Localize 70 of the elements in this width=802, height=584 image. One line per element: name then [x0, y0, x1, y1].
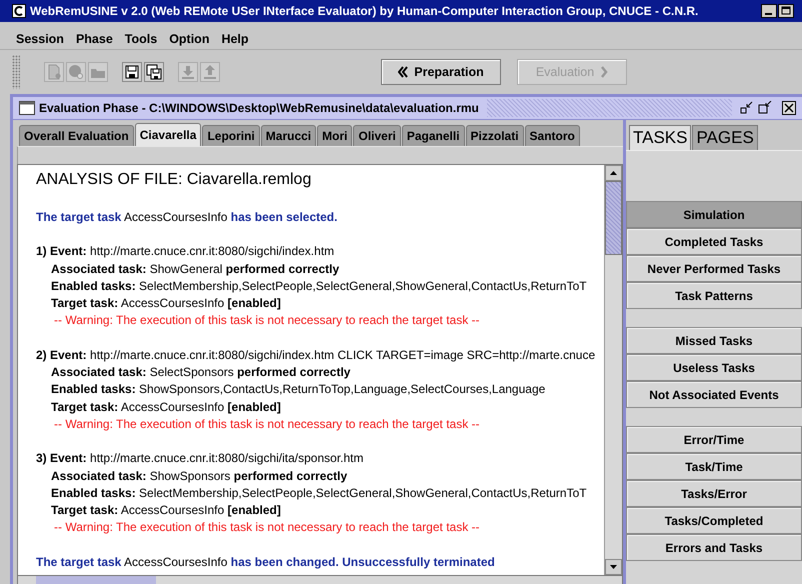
- panel-button[interactable]: Completed Tasks: [626, 228, 802, 255]
- detail-text: Target task: AccessCoursesInfo [enabled]: [50, 295, 282, 312]
- restore-icon[interactable]: [758, 101, 772, 115]
- event-text: 3) Event: http://marte.cnuce.cnr.it:8080/sigchi/ita/sponsor.htm: [36, 450, 364, 468]
- window-icon: [19, 101, 35, 115]
- tab[interactable]: Ciavarella: [134, 123, 202, 146]
- chevron-right-icon: [600, 66, 608, 78]
- tab[interactable]: Leporini: [202, 125, 260, 146]
- panel-button[interactable]: Tasks/Error: [626, 480, 802, 507]
- detail-text: Associated task: SelectSponsors performed correctly: [50, 364, 352, 382]
- detail-text: Associated task: ShowSponsors performed correctly: [50, 468, 348, 485]
- status-text: The target task AccessCoursesInfo has been changed. Unsuccessfully terminated: [36, 554, 496, 571]
- scrollbar[interactable]: [17, 575, 623, 584]
- double-chevron-left-icon: [398, 66, 408, 78]
- scroll-up-icon[interactable]: [605, 165, 622, 181]
- save-icon: [124, 64, 140, 80]
- save-button[interactable]: [122, 62, 142, 82]
- scroll-down-icon[interactable]: [605, 559, 622, 575]
- panel-button[interactable]: Task/Time: [626, 453, 802, 480]
- tab[interactable]: Paganelli: [402, 125, 465, 146]
- panel-button[interactable]: Simulation: [626, 201, 802, 228]
- close-icon[interactable]: [782, 101, 796, 115]
- down-icon: [180, 64, 196, 80]
- panel-button[interactable]: Not Associated Events: [626, 381, 802, 408]
- detail-text: Enabled tasks: SelectMembership,SelectPeople,SelectGeneral,ShowGeneral,ContactUs,ReturnToT: [50, 484, 588, 502]
- save-all-button[interactable]: [144, 62, 164, 82]
- menu-item[interactable]: Session: [10, 32, 70, 46]
- panel-button[interactable]: Tasks/Completed: [626, 507, 802, 534]
- panel-button[interactable]: Never Performed Tasks: [626, 255, 802, 282]
- event-text: 1) Event: http://marte.cnuce.cnr.it:8080/sigchi/index.htm: [36, 243, 336, 260]
- panel-button[interactable]: Task Patterns: [626, 282, 802, 309]
- window-title: WebRemUSINE v 2.0 (Web REMote USer INterface Evaluator) by Human-Computer Interaction Group, CNUCE - C.N.R.: [30, 4, 698, 18]
- detail-text: Target task: AccessCoursesInfo [enabled]: [50, 502, 282, 520]
- tab[interactable]: PAGES: [692, 125, 758, 150]
- tab[interactable]: Pizzolati: [466, 125, 524, 146]
- tab[interactable]: Marucci: [260, 125, 316, 146]
- menu-item[interactable]: Help: [215, 32, 255, 46]
- restore-icon[interactable]: [740, 101, 754, 115]
- warning-text: -- Warning: The execution of this task is not necessary to reach the target task --: [53, 312, 481, 330]
- detail-text: Target task: AccessCoursesInfo [enabled]: [50, 398, 282, 416]
- menu-item[interactable]: Tools: [118, 32, 164, 46]
- log-heading: ANALYSIS OF FILE: Ciavarella.remlog: [36, 171, 312, 189]
- scroll-thumb[interactable]: [605, 181, 622, 255]
- back-button[interactable]: Preparation: [381, 59, 501, 85]
- document-icon: [46, 64, 62, 80]
- panel-button[interactable]: Useless Tasks: [626, 354, 802, 381]
- minimize-icon[interactable]: [761, 4, 777, 18]
- app-icon: [12, 4, 26, 18]
- warning-text: -- Warning: The execution of this task is not necessary to reach the target task --: [53, 416, 481, 433]
- tab[interactable]: Santoro: [524, 125, 580, 146]
- event-text: 2) Event: http://marte.cnuce.cnr.it:8080/sigchi/index.htm CLICK TARGET=image SRC=http://marte.cnuce: [36, 346, 596, 364]
- detail-text: Enabled tasks: ShowSponsors,ContactUs,ReturnToTop,Language,SelectCourses,Language: [50, 381, 546, 398]
- tab[interactable]: Overall Evaluation: [19, 125, 134, 146]
- save-all-icon: [146, 64, 162, 80]
- detail-text: Associated task: ShowGeneral performed correctly: [50, 260, 340, 278]
- frame-title: Evaluation Phase - C:\WINDOWS\Desktop\WebRemusine\data\evaluation.rmu: [39, 101, 479, 115]
- menu-item[interactable]: Phase: [70, 32, 119, 46]
- detail-text: Enabled tasks: SelectMembership,SelectPeople,SelectGeneral,ShowGeneral,ContactUs,ReturnToT: [50, 278, 588, 295]
- panel-button[interactable]: Missed Tasks: [626, 327, 802, 354]
- tab[interactable]: Mori: [317, 125, 352, 146]
- menu-item[interactable]: Option: [163, 32, 216, 46]
- warning-text: -- Warning: The execution of this task is not necessary to reach the target task --: [53, 519, 481, 536]
- panel-button[interactable]: Errors and Tasks: [626, 534, 802, 561]
- panel-button[interactable]: Error/Time: [626, 426, 802, 453]
- toolbar-grip[interactable]: [12, 55, 20, 89]
- tab[interactable]: Oliveri: [353, 125, 401, 146]
- tab[interactable]: TASKS: [629, 125, 692, 150]
- maximize-icon[interactable]: [778, 4, 794, 18]
- status-text: The target task AccessCoursesInfo has been selected.: [36, 209, 338, 226]
- up-icon: [202, 64, 218, 80]
